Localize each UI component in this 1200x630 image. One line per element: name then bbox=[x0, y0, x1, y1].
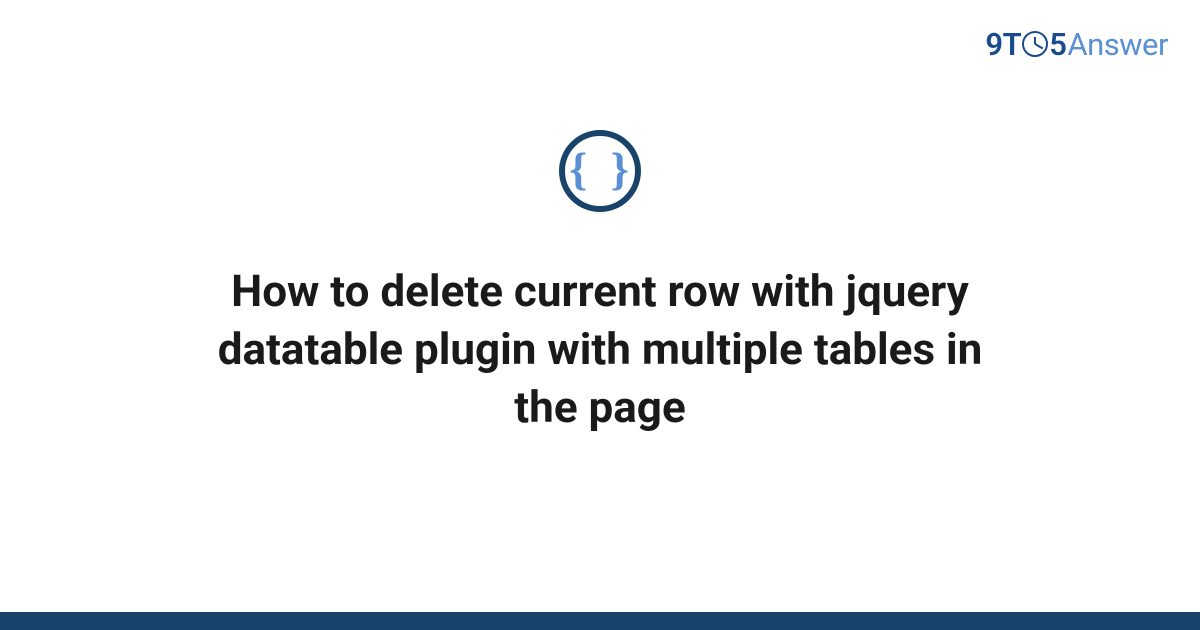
logo-text-answer: Answer bbox=[1067, 26, 1168, 63]
question-title: How to delete current row with jquery da… bbox=[160, 262, 1040, 436]
clock-icon bbox=[1022, 31, 1048, 57]
logo-text-5: 5 bbox=[1049, 26, 1066, 63]
main-content: { } How to delete current row with jquer… bbox=[0, 130, 1200, 436]
site-logo: 9T 5 Answer bbox=[985, 26, 1168, 63]
footer-accent-bar bbox=[0, 612, 1200, 630]
category-badge: { } bbox=[559, 130, 641, 212]
logo-text-9t: 9T bbox=[985, 26, 1021, 63]
code-braces-icon: { } bbox=[569, 146, 635, 192]
